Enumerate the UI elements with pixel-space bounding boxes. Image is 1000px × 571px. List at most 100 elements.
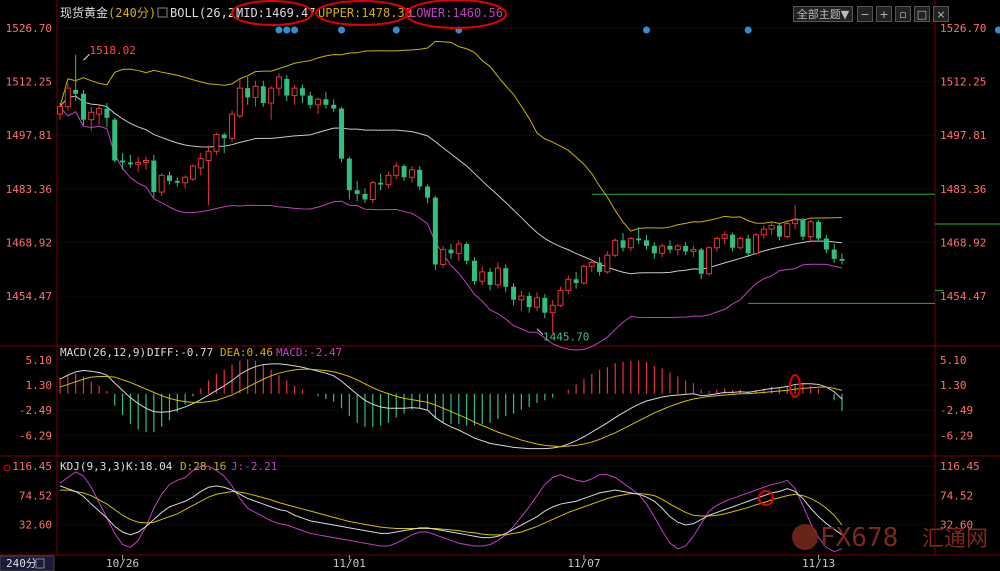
macd-dea-label: DEA:0.46: [220, 346, 273, 359]
candle-body-up: [158, 174, 165, 193]
candle-body-down: [651, 245, 657, 254]
watermark-logo: 汇通网: [922, 527, 988, 552]
price-tick-right: 1468.92: [940, 236, 986, 249]
candle-body-down: [816, 221, 822, 239]
theme-button[interactable]: 全部主题▼: [793, 6, 853, 22]
event-dot: [291, 26, 299, 34]
candle-body-up: [604, 254, 611, 273]
candle-body-up: [534, 297, 541, 308]
candle-body-up: [768, 224, 775, 230]
boll-indicator-icon: [157, 7, 168, 18]
candle-body-down: [339, 108, 345, 159]
candle-body-down: [776, 225, 782, 237]
kdj-tick-left: 32.60: [19, 519, 52, 532]
candle-body-down: [112, 119, 118, 161]
candle-body-down: [174, 180, 180, 183]
watermark-logo-icon: [792, 524, 818, 550]
candle-body-down: [471, 260, 477, 282]
price-annotation: 1445.70: [543, 331, 589, 344]
candle-body-down: [698, 249, 704, 274]
candle-body-up: [252, 85, 259, 98]
candle-body-up: [479, 271, 486, 282]
candle-body-up: [189, 165, 196, 180]
candle-body-down: [839, 258, 845, 261]
price-tick-right: 1512.25: [940, 76, 986, 89]
minus-icon[interactable]: −: [857, 6, 873, 22]
event-dot: [643, 26, 650, 34]
macd-tick-right: -6.29: [940, 429, 973, 442]
chart-canvas: 1526.70 1526.70 1512.25 1512.25 1497.81 1497.…: [0, 0, 1000, 571]
price-tick-left: 1454.47: [6, 290, 52, 303]
candle-body-up: [760, 228, 767, 236]
macd-diff-label: DIFF:-0.77: [147, 346, 213, 359]
candle-body-down: [307, 95, 313, 105]
kdj-tick-left: 74.52: [19, 489, 52, 502]
candle-body-down: [620, 240, 626, 248]
event-dot: [338, 26, 346, 34]
macd-tick-left: 5.10: [26, 354, 53, 367]
close-icon[interactable]: ×: [933, 6, 949, 22]
candle-body-up: [737, 237, 744, 249]
date-label: 11/01: [333, 557, 366, 570]
watermark-logo: FX678: [820, 523, 898, 553]
event-dot: [275, 26, 283, 34]
candle-body-down: [573, 279, 579, 284]
candle-body-down: [432, 197, 438, 265]
candle-body-up: [57, 106, 63, 115]
candle-body-down: [503, 268, 509, 287]
candle-body-down: [166, 175, 172, 181]
candle-body-down: [831, 249, 837, 259]
macd-tick-right: 5.10: [940, 354, 967, 367]
candle-body-up: [455, 243, 462, 254]
date-label: 11/13: [802, 557, 835, 570]
candle-body-up: [807, 221, 814, 238]
candle-body-up: [706, 247, 713, 275]
candle-body-down: [511, 286, 517, 300]
candle-body-down: [464, 244, 470, 261]
candle-body-up: [369, 182, 376, 200]
candle-body-down: [362, 193, 368, 200]
candle-body-down: [127, 162, 133, 165]
price-annotation: 1518.02: [89, 44, 135, 57]
restore-icon[interactable]: ▫: [895, 6, 911, 22]
candle-body-down: [425, 186, 431, 198]
candle-body-up: [229, 113, 236, 139]
plus-icon[interactable]: +: [876, 6, 892, 22]
price-tick-left: 1468.92: [6, 236, 52, 249]
candle-body-up: [659, 245, 666, 254]
kdj-k-label: K:18.04: [126, 460, 173, 473]
candle-body-down: [745, 238, 751, 254]
candle-body-up: [315, 98, 322, 106]
candle-body-up: [96, 108, 103, 115]
candle-body-down: [80, 93, 86, 120]
candle-body-down: [73, 89, 79, 94]
price-tick-left: 1483.36: [6, 183, 52, 196]
candle-body-up: [580, 265, 587, 284]
price-tick-left: 1512.25: [6, 76, 52, 89]
macd-tick-right: -2.49: [940, 404, 973, 417]
event-dot: [283, 26, 291, 34]
fullscreen-icon[interactable]: □: [914, 6, 930, 22]
candle-body-down: [800, 219, 806, 237]
candle-body-down: [401, 166, 407, 178]
date-label: 10/26: [106, 557, 139, 570]
kdj-marker-icon: [3, 464, 11, 472]
period-label: (240分): [108, 6, 156, 20]
candle-body-up: [205, 150, 212, 162]
kdj-j-line: [59, 465, 843, 553]
candle-body-down: [221, 134, 227, 139]
candle-body-up: [588, 262, 595, 267]
candle-body-up: [627, 237, 634, 249]
boll-lower-label: LOWER:1460.56: [409, 6, 503, 20]
event-dot: [994, 26, 1000, 34]
candle-body-up: [752, 234, 759, 254]
candle-body-up: [236, 87, 243, 117]
candle-body-up: [213, 134, 220, 152]
candle-body-up: [549, 304, 556, 314]
candle-body-up: [612, 239, 619, 256]
highlight-circle: [758, 490, 774, 506]
price-tick-right: 1497.81: [940, 129, 986, 142]
candle-body-down: [597, 262, 603, 272]
candle-body-up: [393, 165, 400, 176]
candle-body-down: [542, 297, 548, 313]
